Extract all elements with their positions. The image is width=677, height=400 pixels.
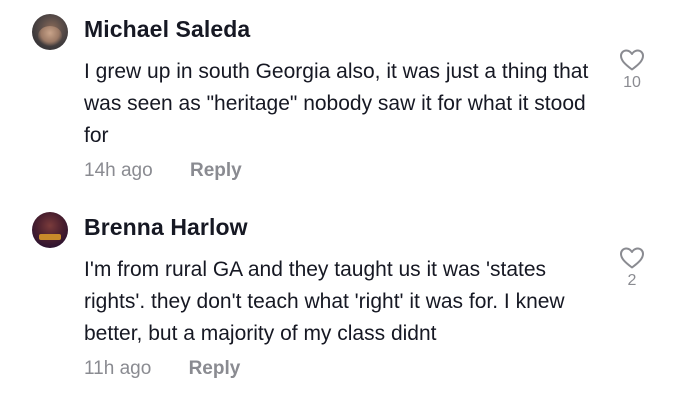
comment-meta: 11h ago Reply — [84, 358, 240, 380]
heart-outline-icon — [620, 49, 644, 71]
comment-item: Brenna Harlow I'm from rural GA and they… — [0, 198, 677, 400]
reply-button[interactable]: Reply — [189, 358, 241, 380]
comment-text: I'm from rural GA and they taught us it … — [84, 258, 565, 345]
comment-text: I grew up in south Georgia also, it was … — [84, 60, 589, 147]
comment-username[interactable]: Brenna Harlow — [84, 214, 248, 241]
reply-button[interactable]: Reply — [190, 160, 242, 182]
avatar[interactable] — [32, 14, 68, 50]
avatar[interactable] — [32, 212, 68, 248]
comment-meta: 14h ago Reply — [84, 160, 242, 182]
heart-outline-icon — [620, 247, 644, 269]
comment-username[interactable]: Michael Saleda — [84, 16, 250, 43]
like-button[interactable]: 10 — [612, 48, 652, 92]
comment-timestamp: 11h ago — [84, 358, 152, 379]
like-button[interactable]: 2 — [612, 246, 652, 290]
comment-item: Michael Saleda I grew up in south Georgi… — [0, 0, 677, 198]
like-count: 2 — [627, 272, 637, 289]
like-count: 10 — [623, 74, 641, 91]
comment-timestamp: 14h ago — [84, 160, 153, 181]
